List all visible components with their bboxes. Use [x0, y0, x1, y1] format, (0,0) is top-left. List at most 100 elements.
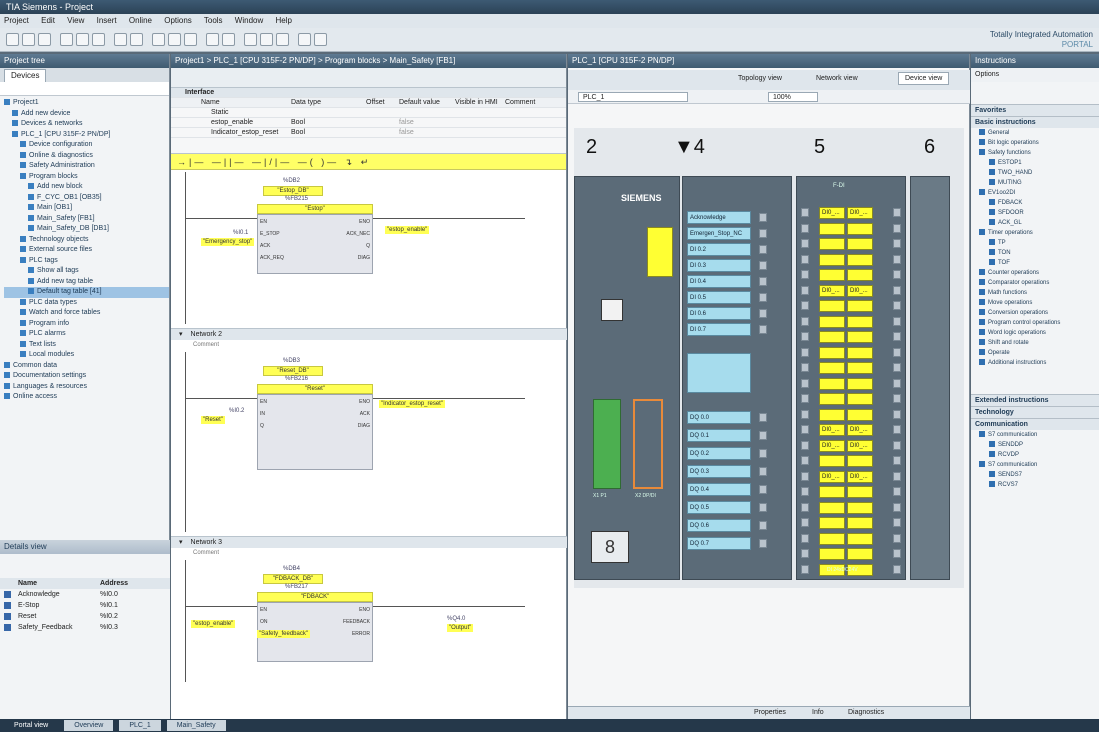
f-di-channel[interactable] — [847, 501, 873, 514]
menu-tools[interactable]: Tools — [204, 16, 223, 25]
dq-channel[interactable]: DQ 0.4 — [687, 483, 751, 496]
dq-channel[interactable]: DQ 0.1 — [687, 429, 751, 442]
save-icon[interactable] — [38, 33, 51, 46]
menu-help[interactable]: Help — [275, 16, 291, 25]
f-di-channel[interactable] — [847, 532, 873, 545]
f-di-channel[interactable] — [847, 455, 873, 467]
operand-tag[interactable]: "estop_enable" — [385, 226, 430, 234]
f-di-channel[interactable] — [847, 346, 873, 359]
tree-item[interactable]: PLC data types — [4, 298, 169, 309]
tree-item[interactable]: Devices & networks — [4, 119, 169, 130]
open-icon[interactable] — [22, 33, 35, 46]
instruction-item[interactable]: Bit logic operations — [971, 138, 1099, 148]
f-di-channel[interactable] — [847, 238, 873, 250]
tree-item[interactable]: Add new device — [4, 109, 169, 120]
f-di-channel[interactable] — [847, 486, 873, 498]
start-cpu-icon[interactable] — [260, 33, 273, 46]
tree-item[interactable]: Program info — [4, 319, 169, 330]
f-di-channel[interactable] — [847, 517, 873, 529]
diagnostics-tab[interactable]: Diagnostics — [848, 707, 884, 719]
f-di-channel[interactable] — [847, 315, 873, 328]
operand-tag[interactable]: "Output" — [447, 624, 474, 632]
device-select[interactable]: PLC_1 — [578, 92, 688, 102]
go-online-icon[interactable] — [206, 33, 219, 46]
operand-tag[interactable]: "Safety_feedback" — [257, 630, 310, 638]
go-offline-icon[interactable] — [222, 33, 235, 46]
instruction-item[interactable]: SFDOOR — [971, 208, 1099, 218]
instruction-item[interactable]: Operate — [971, 348, 1099, 358]
tree-item[interactable]: Languages & resources — [4, 382, 169, 393]
comm-item[interactable]: SENDDP — [971, 440, 1099, 450]
operand-tag[interactable]: "Emergency_stop" — [201, 238, 255, 246]
menu-window[interactable]: Window — [235, 16, 263, 25]
tree-item[interactable]: Device configuration — [4, 140, 169, 151]
collapse-icon[interactable]: ▾ — [179, 331, 183, 338]
tree-item[interactable]: Common data — [4, 361, 169, 372]
new-project-icon[interactable] — [6, 33, 19, 46]
menu-online[interactable]: Online — [129, 16, 152, 25]
favorites-section[interactable]: Favorites — [971, 104, 1099, 116]
properties-tab[interactable]: Properties — [754, 707, 786, 719]
basic-instructions-section[interactable]: Basic instructions — [971, 116, 1099, 128]
dq-channel[interactable]: DQ 0.2 — [687, 447, 751, 460]
interface-row[interactable]: Static — [171, 108, 566, 118]
function-block[interactable]: EN ENO E_STOP ACK_NEC ACK Q ACK_REQ DIAG — [257, 214, 373, 274]
f-di-channel[interactable] — [819, 222, 845, 235]
instruction-item[interactable]: MUTING — [971, 178, 1099, 188]
menu-view[interactable]: View — [67, 16, 84, 25]
tree-item[interactable]: Text lists — [4, 340, 169, 351]
info-tab[interactable]: Info — [812, 707, 824, 719]
f-di-channel[interactable] — [819, 455, 845, 467]
f-di-channel[interactable] — [819, 346, 845, 359]
tree-item[interactable]: Safety Administration — [4, 161, 169, 172]
operand-tag[interactable]: "Reset" — [201, 416, 225, 424]
download-icon[interactable] — [168, 33, 181, 46]
tree-item[interactable]: External source files — [4, 245, 169, 256]
tree-item[interactable]: Program blocks — [4, 172, 169, 183]
details-row[interactable]: Reset %I0.2 — [0, 611, 170, 622]
f-di-channel[interactable] — [847, 408, 873, 421]
tree-item[interactable]: Default tag table [41] — [4, 287, 169, 298]
interface-row[interactable]: estop_enable Bool false — [171, 118, 566, 128]
details-row[interactable]: Acknowledge %I0.0 — [0, 589, 170, 600]
f-di-channel[interactable]: DI0_... — [819, 439, 845, 452]
operand-tag[interactable]: %I0.2 — [229, 408, 244, 414]
tree-item[interactable]: Show all tags — [4, 266, 169, 277]
compile-icon[interactable] — [152, 33, 165, 46]
instruction-item[interactable]: Timer operations — [971, 228, 1099, 238]
function-block[interactable]: EN ENO IN ACK Q DIAG — [257, 394, 373, 470]
tree-item[interactable]: F_CYC_OB1 [OB35] — [4, 193, 169, 204]
di-channel[interactable]: DI 0.2 — [687, 243, 751, 256]
instruction-item[interactable]: FDBACK — [971, 198, 1099, 208]
f-di-channel[interactable] — [847, 331, 873, 343]
tab-topology-view[interactable]: Topology view — [738, 75, 782, 82]
instruction-item[interactable]: Counter operations — [971, 268, 1099, 278]
upload-icon[interactable] — [184, 33, 197, 46]
menu-insert[interactable]: Insert — [97, 16, 117, 25]
operand-tag[interactable]: "estop_enable" — [191, 620, 236, 628]
f-di-channel[interactable] — [819, 501, 845, 514]
technology-section[interactable]: Technology — [971, 406, 1099, 418]
menu-edit[interactable]: Edit — [41, 16, 55, 25]
tree-item[interactable]: Online & diagnostics — [4, 151, 169, 162]
f-di-channel[interactable] — [847, 377, 873, 390]
f-di-channel[interactable] — [819, 532, 845, 545]
instruction-item[interactable]: Word logic operations — [971, 328, 1099, 338]
f-di-channel[interactable] — [847, 548, 873, 560]
f-di-channel[interactable] — [819, 377, 845, 390]
instruction-item[interactable]: Safety functions — [971, 148, 1099, 158]
comm-item[interactable]: SENDS7 — [971, 470, 1099, 480]
tree-item[interactable]: Local modules — [4, 350, 169, 361]
dq-channel[interactable]: DQ 0.7 — [687, 537, 751, 550]
f-di-channel[interactable] — [819, 300, 845, 312]
di-channel[interactable]: DI 0.5 — [687, 291, 751, 304]
f-di-channel[interactable] — [819, 362, 845, 374]
f-di-channel[interactable]: DI0_... — [847, 424, 873, 436]
instruction-item[interactable]: TWO_HAND — [971, 168, 1099, 178]
paste-icon[interactable] — [92, 33, 105, 46]
instruction-item[interactable]: TOF — [971, 258, 1099, 268]
f-di-channel[interactable]: DI0_... — [819, 424, 845, 436]
instruction-item[interactable]: Conversion operations — [971, 308, 1099, 318]
tree-item[interactable]: Watch and force tables — [4, 308, 169, 319]
f-di-channel[interactable] — [819, 269, 845, 281]
